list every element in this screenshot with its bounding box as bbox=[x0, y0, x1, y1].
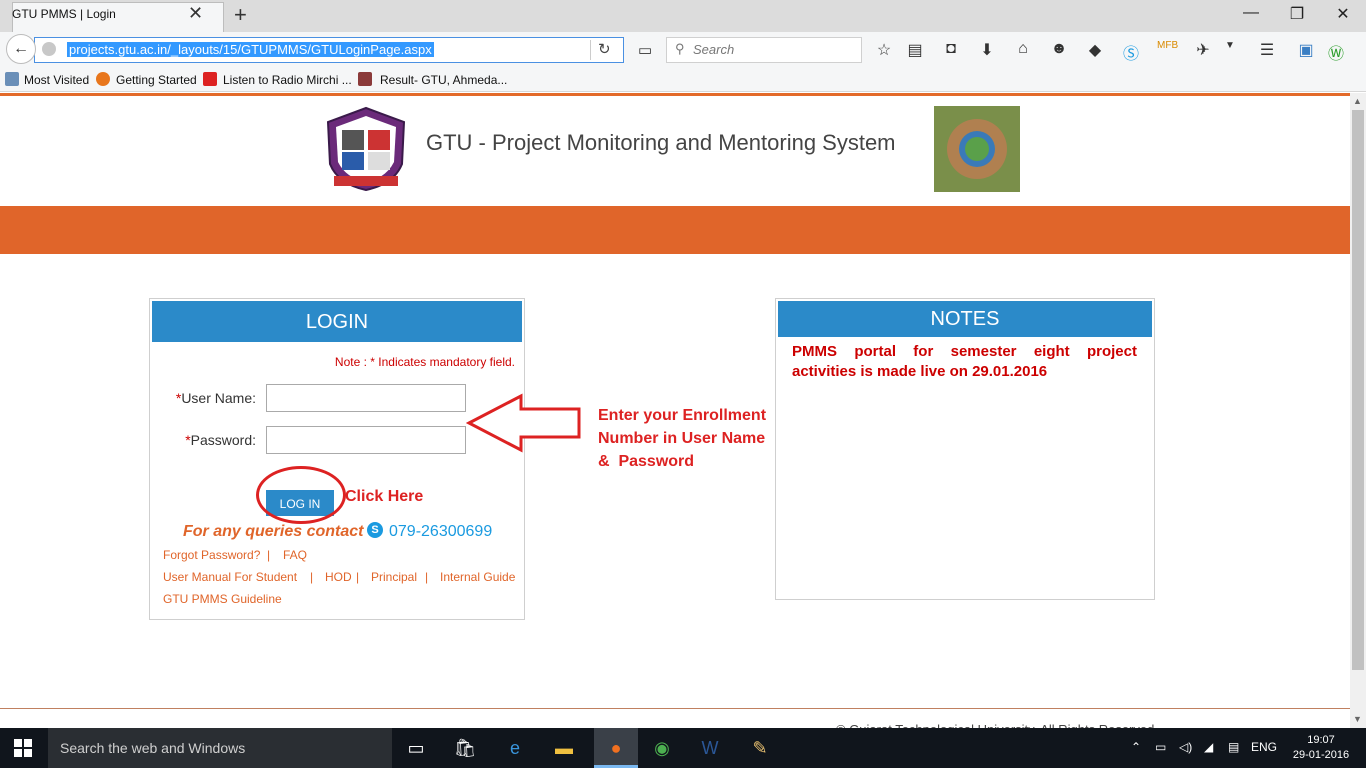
scroll-up-arrow-icon[interactable]: ▲ bbox=[1353, 96, 1362, 106]
screenshot-icon[interactable]: ▣ bbox=[1296, 40, 1316, 60]
internal-guide-link[interactable]: Internal Guide bbox=[440, 570, 515, 584]
extension-icon[interactable]: ✈ bbox=[1193, 40, 1213, 60]
bookmark-most-visited[interactable]: Most Visited bbox=[24, 73, 89, 87]
login-title: LOGIN bbox=[305, 311, 369, 333]
store-icon[interactable]: 🛍 bbox=[453, 736, 477, 760]
guideline-link[interactable]: GTU PMMS Guideline bbox=[163, 592, 282, 606]
mfb-extension-icon[interactable]: MFB bbox=[1157, 40, 1178, 51]
faq-link[interactable]: FAQ bbox=[283, 548, 307, 562]
skype-icon: S bbox=[367, 522, 383, 538]
username-label-text: User Name: bbox=[181, 390, 256, 406]
language-indicator[interactable]: ENG bbox=[1251, 740, 1277, 754]
orange-banner bbox=[0, 206, 1350, 254]
pocket-icon[interactable]: ◘ bbox=[941, 40, 961, 58]
share-icon[interactable]: ◆ bbox=[1085, 40, 1105, 60]
contact-phone: 079-26300699 bbox=[389, 523, 493, 540]
contact-label: For any queries contact bbox=[183, 523, 364, 540]
firefox-taskbar-icon[interactable]: ● bbox=[604, 736, 628, 760]
hod-link[interactable]: HOD bbox=[325, 570, 352, 584]
username-input[interactable] bbox=[266, 384, 466, 412]
new-tab-button[interactable]: + bbox=[234, 2, 247, 28]
bookmark-radio-mirchi[interactable]: Listen to Radio Mirchi ... bbox=[223, 73, 352, 87]
minimize-button[interactable]: — bbox=[1236, 4, 1266, 22]
scroll-down-arrow-icon[interactable]: ▼ bbox=[1353, 714, 1362, 724]
battery-icon[interactable]: ▭ bbox=[1155, 740, 1166, 754]
tab-close-icon[interactable]: ✕ bbox=[188, 3, 203, 24]
radio-mirchi-icon bbox=[203, 72, 217, 86]
clock-date: 29-01-2016 bbox=[1292, 749, 1350, 761]
back-button[interactable]: ← bbox=[6, 34, 36, 64]
gtu-result-icon bbox=[358, 72, 372, 86]
reader-view-icon[interactable]: ▭ bbox=[638, 41, 652, 59]
gtu-logo bbox=[326, 106, 406, 192]
mandatory-note: Note : * Indicates mandatory field. bbox=[334, 355, 515, 369]
clock[interactable]: 19:07 29-01-2016 bbox=[1288, 733, 1354, 763]
reload-icon[interactable]: ↻ bbox=[598, 40, 611, 58]
wifi-icon[interactable]: ◢ bbox=[1204, 740, 1213, 754]
extension-green-icon[interactable]: Ⓦ bbox=[1326, 40, 1346, 64]
volume-icon[interactable]: ◁) bbox=[1179, 740, 1192, 754]
hello-chat-icon[interactable]: ☻ bbox=[1049, 40, 1069, 58]
task-view-icon[interactable]: ▭ bbox=[404, 736, 428, 760]
top-accent-line bbox=[0, 93, 1350, 96]
menu-icon[interactable]: ☰ bbox=[1257, 40, 1277, 60]
annotation-click-here: Click Here bbox=[345, 488, 424, 505]
annotation-circle bbox=[256, 466, 346, 524]
password-label-text: Password: bbox=[190, 432, 256, 448]
annotation-instructions: Enter your Enrollment Number in User Nam… bbox=[598, 407, 767, 470]
tab-title[interactable]: GTU PMMS | Login bbox=[12, 7, 116, 21]
bookmarks-list-icon[interactable]: ▤ bbox=[905, 40, 925, 60]
url-text[interactable]: projects.gtu.ac.in/_layouts/15/GTUPMMS/G… bbox=[67, 42, 434, 57]
clock-time: 19:07 bbox=[1307, 734, 1335, 746]
extension-dropdown-icon[interactable]: ▼ bbox=[1220, 40, 1240, 51]
search-icon: ⚲ bbox=[675, 41, 685, 56]
site-identity-icon[interactable] bbox=[42, 42, 56, 56]
tray-chevron-icon[interactable]: ⌃ bbox=[1131, 740, 1141, 754]
notification-icon[interactable]: ▤ bbox=[1228, 740, 1239, 754]
scrollbar-thumb[interactable] bbox=[1352, 110, 1364, 670]
edge-icon[interactable]: e bbox=[503, 736, 527, 760]
close-window-button[interactable]: ✕ bbox=[1328, 4, 1358, 24]
notes-title: NOTES bbox=[930, 308, 1000, 330]
taskbar-search-text[interactable]: Search the web and Windows bbox=[60, 740, 245, 756]
link-separator: | bbox=[356, 570, 360, 584]
word-icon[interactable]: W bbox=[698, 736, 722, 760]
footer-divider bbox=[0, 708, 1350, 709]
chrome-icon[interactable]: ◉ bbox=[650, 736, 674, 760]
password-label: *Password: bbox=[150, 432, 256, 448]
download-icon[interactable]: ⬇ bbox=[977, 40, 997, 60]
home-icon[interactable]: ⌂ bbox=[1013, 40, 1033, 58]
link-separator: | bbox=[425, 570, 429, 584]
annotation-arrow bbox=[466, 393, 581, 453]
search-placeholder[interactable]: Search bbox=[693, 42, 734, 57]
paint-icon[interactable]: ✎ bbox=[748, 736, 772, 760]
password-input[interactable] bbox=[266, 426, 466, 454]
file-explorer-icon[interactable]: ▬ bbox=[552, 736, 576, 760]
bookmark-star-icon[interactable]: ☆ bbox=[874, 40, 894, 60]
bookmark-getting-started[interactable]: Getting Started bbox=[116, 73, 197, 87]
link-separator: | bbox=[267, 548, 271, 562]
notes-text: PMMS portal for semester eight project a… bbox=[792, 343, 1137, 380]
site-title: GTU - Project Monitoring and Mentoring S… bbox=[426, 130, 896, 155]
bookmark-gtu-result[interactable]: Result- GTU, Ahmeda... bbox=[380, 73, 507, 87]
restore-button[interactable]: ❐ bbox=[1282, 4, 1312, 24]
skype-extension-icon[interactable]: Ⓢ bbox=[1121, 40, 1141, 64]
most-visited-icon bbox=[5, 72, 19, 86]
firefox-icon bbox=[96, 72, 110, 86]
principal-link[interactable]: Principal bbox=[371, 570, 417, 584]
url-divider bbox=[590, 40, 591, 60]
forgot-password-link[interactable]: Forgot Password? bbox=[163, 548, 260, 562]
user-manual-student-link[interactable]: User Manual For Student bbox=[163, 570, 297, 584]
windows-start-icon[interactable] bbox=[14, 739, 32, 757]
username-label: *User Name: bbox=[150, 390, 256, 406]
innovation-council-logo bbox=[934, 106, 1020, 192]
link-separator: | bbox=[310, 570, 314, 584]
